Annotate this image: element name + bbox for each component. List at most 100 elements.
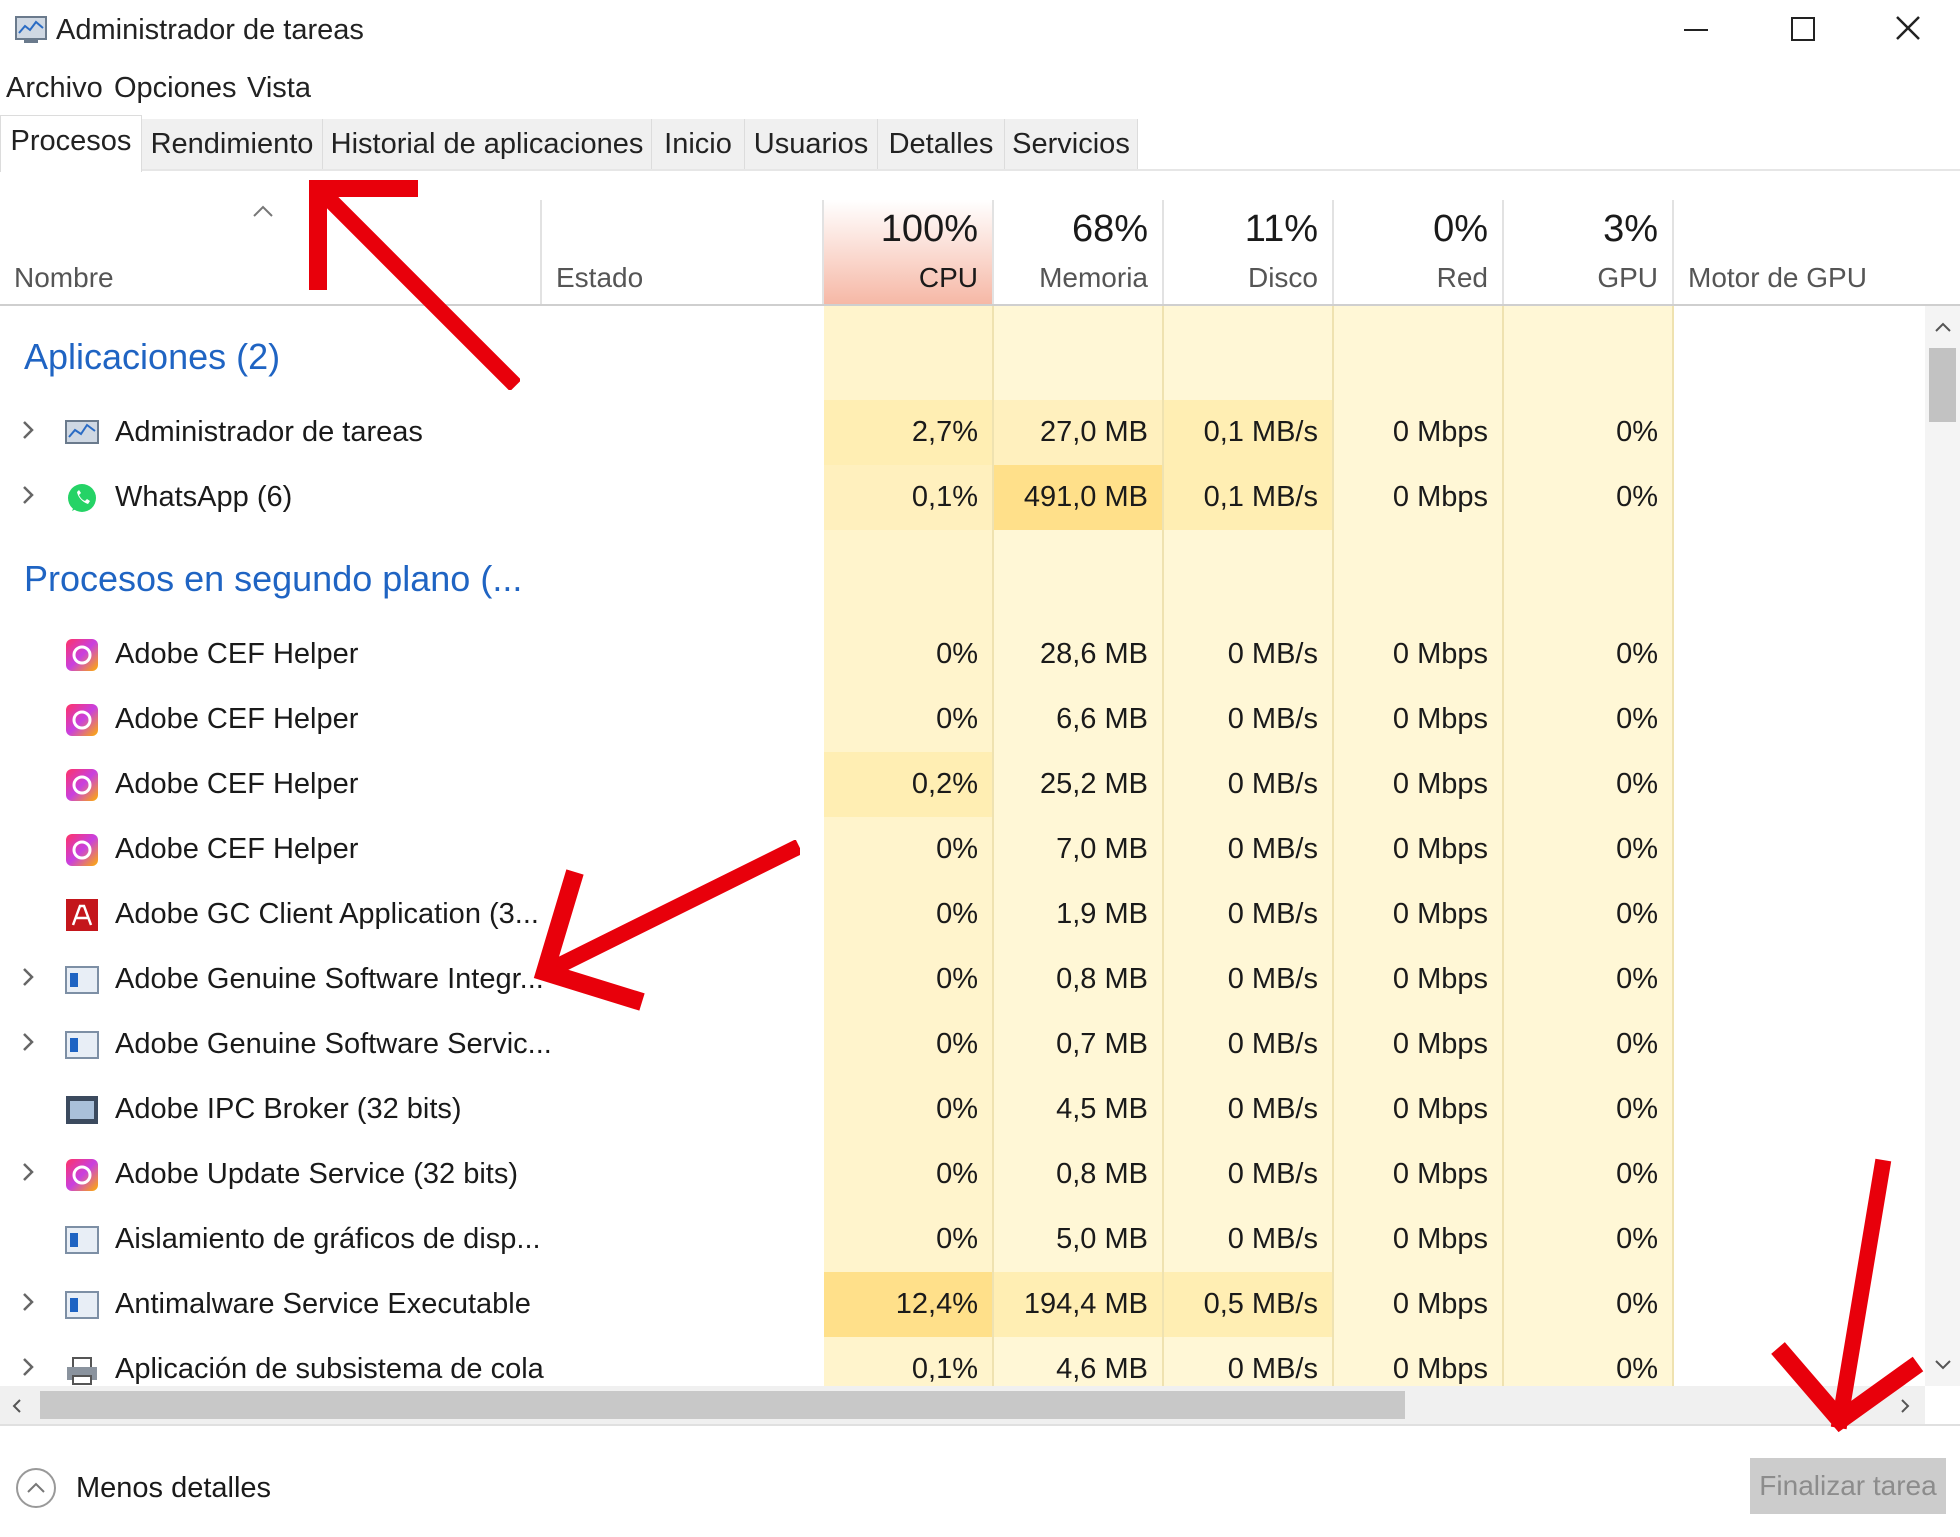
- expand-chevron-icon[interactable]: [18, 1026, 38, 1058]
- disk-cell: 0 MB/s: [1227, 1028, 1318, 1060]
- maximize-button[interactable]: [1762, 8, 1842, 58]
- cpu-cell: 0%: [936, 898, 978, 930]
- scroll-up-icon[interactable]: [1933, 320, 1953, 334]
- tab-servicios[interactable]: Servicios: [1005, 119, 1138, 169]
- process-name: Adobe Genuine Software Integr...: [115, 963, 544, 995]
- cpu-cell: 0,1%: [911, 1353, 978, 1385]
- memory-cell: 6,6 MB: [1056, 703, 1148, 735]
- column-network-label: Red: [1436, 262, 1488, 293]
- adobe-cc-icon: [66, 769, 98, 801]
- column-cpu-label: CPU: [918, 262, 978, 293]
- column-header-gpu-engine[interactable]: Motor de GPU: [1674, 200, 1925, 304]
- gpu-cell: 0%: [1616, 481, 1658, 513]
- cpu-cell: 0%: [936, 1093, 978, 1125]
- group-apps-title[interactable]: Aplicaciones (2): [24, 336, 280, 378]
- tab-usuarios[interactable]: Usuarios: [745, 119, 878, 169]
- menu-archivo[interactable]: Archivo: [6, 72, 103, 105]
- cpu-cell: 0%: [936, 833, 978, 865]
- tab-rendimiento[interactable]: Rendimiento: [142, 119, 323, 169]
- process-row[interactable]: Adobe Genuine Software Servic... 0% 0,7 …: [0, 1012, 1925, 1077]
- expand-chevron-icon[interactable]: [18, 479, 38, 511]
- process-row[interactable]: Adobe GC Client Application (3... 0% 1,9…: [0, 882, 1925, 947]
- process-name: WhatsApp (6): [115, 481, 293, 513]
- memory-cell: 491,0 MB: [994, 465, 1162, 530]
- process-row[interactable]: Adobe Genuine Software Integr... 0% 0,8 …: [0, 947, 1925, 1012]
- horizontal-scrollbar[interactable]: [0, 1386, 1925, 1424]
- network-cell: 0 Mbps: [1392, 1158, 1488, 1190]
- scroll-right-icon[interactable]: [1898, 1397, 1912, 1415]
- column-gpu-label: GPU: [1597, 262, 1658, 293]
- close-button[interactable]: [1868, 8, 1948, 58]
- expand-chevron-icon[interactable]: [18, 961, 38, 993]
- vertical-scrollbar[interactable]: [1925, 306, 1960, 1386]
- column-disk-label: Disco: [1247, 262, 1318, 293]
- cpu-cell: 0%: [936, 1028, 978, 1060]
- task-manager-icon: [65, 420, 99, 444]
- column-header-memory[interactable]: 68% Memoria: [994, 200, 1164, 304]
- tab-historial[interactable]: Historial de aplicaciones: [323, 119, 652, 169]
- horizontal-scroll-thumb[interactable]: [40, 1391, 1405, 1419]
- expand-chevron-icon[interactable]: [18, 1351, 38, 1383]
- cpu-cell: 0%: [936, 1223, 978, 1255]
- process-row[interactable]: Adobe CEF Helper 0% 7,0 MB 0 MB/s 0 Mbps…: [0, 817, 1925, 882]
- network-cell: 0 Mbps: [1392, 703, 1488, 735]
- cpu-cell: 0%: [936, 1158, 978, 1190]
- footer-bar: Menos detalles Finalizar tarea: [0, 1424, 1960, 1537]
- process-name: Antimalware Service Executable: [115, 1288, 531, 1320]
- group-background-title[interactable]: Procesos en segundo plano (...: [24, 558, 522, 600]
- network-cell: 0 Mbps: [1392, 1028, 1488, 1060]
- tab-procesos[interactable]: Procesos: [0, 115, 142, 172]
- memory-cell: 0,8 MB: [1056, 1158, 1148, 1190]
- memory-cell: 4,6 MB: [1056, 1353, 1148, 1385]
- process-row[interactable]: Adobe CEF Helper 0,2% 25,2 MB 0 MB/s 0 M…: [0, 752, 1925, 817]
- network-cell: 0 Mbps: [1392, 1353, 1488, 1385]
- column-name-label: Nombre: [14, 262, 114, 293]
- end-task-button[interactable]: Finalizar tarea: [1750, 1458, 1946, 1514]
- cpu-cell: 0%: [936, 963, 978, 995]
- process-row[interactable]: Adobe Update Service (32 bits) 0% 0,8 MB…: [0, 1142, 1925, 1207]
- process-row[interactable]: Adobe IPC Broker (32 bits) 0% 4,5 MB 0 M…: [0, 1077, 1925, 1142]
- scroll-down-icon[interactable]: [1933, 1358, 1953, 1372]
- column-header-status[interactable]: Estado: [542, 200, 824, 304]
- tab-inicio[interactable]: Inicio: [652, 119, 745, 169]
- column-header-gpu[interactable]: 3% GPU: [1504, 200, 1674, 304]
- gpu-cell: 0%: [1616, 1223, 1658, 1255]
- column-header-disk[interactable]: 11% Disco: [1164, 200, 1334, 304]
- process-row[interactable]: Adobe CEF Helper 0% 28,6 MB 0 MB/s 0 Mbp…: [0, 622, 1925, 687]
- adobe-cc-icon: [66, 639, 98, 671]
- process-row[interactable]: Aplicación de subsistema de cola 0,1% 4,…: [0, 1337, 1925, 1386]
- gpu-cell: 0%: [1616, 833, 1658, 865]
- column-header-name[interactable]: Nombre: [0, 200, 542, 304]
- close-icon: [1896, 16, 1920, 40]
- menu-vista[interactable]: Vista: [247, 72, 311, 105]
- disk-cell: 0 MB/s: [1227, 768, 1318, 800]
- column-header-cpu[interactable]: 100% CPU: [824, 200, 994, 304]
- process-row[interactable]: Antimalware Service Executable 12,4% 194…: [0, 1272, 1925, 1337]
- vertical-scroll-thumb[interactable]: [1929, 348, 1956, 422]
- expand-chevron-icon[interactable]: [18, 414, 38, 446]
- expand-chevron-icon[interactable]: [18, 1286, 38, 1318]
- process-name: Adobe CEF Helper: [115, 638, 359, 670]
- disk-cell: 0 MB/s: [1227, 703, 1318, 735]
- network-cell: 0 Mbps: [1392, 833, 1488, 865]
- tab-detalles[interactable]: Detalles: [878, 119, 1005, 169]
- cpu-cell: 0,2%: [824, 752, 992, 817]
- disk-total-percent: 11%: [1244, 208, 1318, 250]
- title-bar: Administrador de tareas: [0, 0, 1960, 66]
- process-name: Adobe CEF Helper: [115, 768, 359, 800]
- gpu-cell: 0%: [1616, 1288, 1658, 1320]
- process-row[interactable]: WhatsApp (6) 0,1% 491,0 MB 0,1 MB/s 0 Mb…: [0, 465, 1925, 530]
- disk-cell: 0 MB/s: [1227, 638, 1318, 670]
- menu-opciones[interactable]: Opciones: [114, 72, 237, 105]
- minimize-button[interactable]: [1656, 8, 1736, 58]
- process-row[interactable]: Administrador de tareas 2,7% 27,0 MB 0,1…: [0, 400, 1925, 465]
- gpu-cell: 0%: [1616, 638, 1658, 670]
- expand-chevron-icon[interactable]: [18, 1156, 38, 1188]
- memory-cell: 5,0 MB: [1056, 1223, 1148, 1255]
- process-row[interactable]: Adobe CEF Helper 0% 6,6 MB 0 MB/s 0 Mbps…: [0, 687, 1925, 752]
- process-row[interactable]: Aislamiento de gráficos de disp... 0% 5,…: [0, 1207, 1925, 1272]
- column-header-network[interactable]: 0% Red: [1334, 200, 1504, 304]
- scroll-left-icon[interactable]: [10, 1397, 24, 1415]
- cpu-cell: 0%: [936, 638, 978, 670]
- network-cell: 0 Mbps: [1392, 1093, 1488, 1125]
